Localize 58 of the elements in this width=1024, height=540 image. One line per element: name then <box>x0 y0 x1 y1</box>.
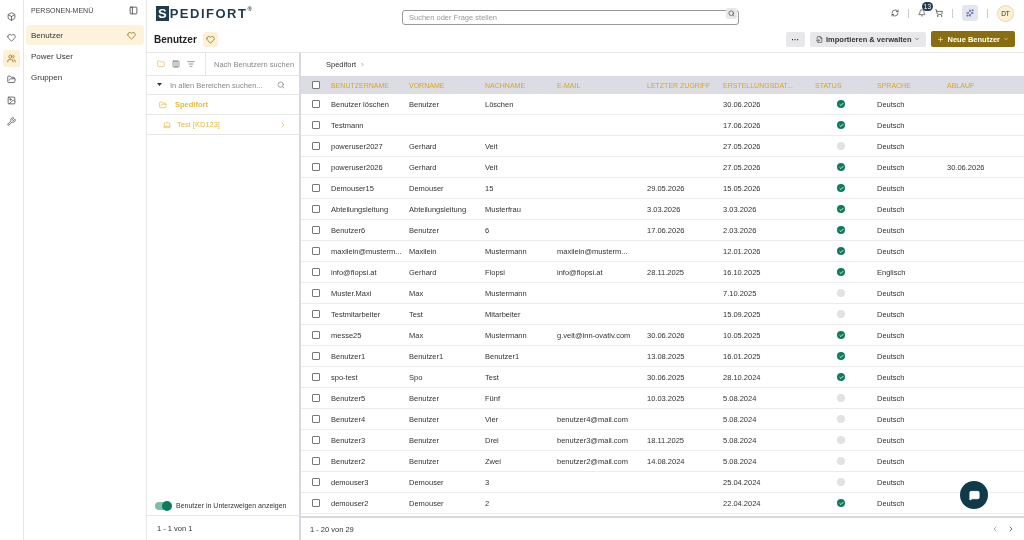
checkbox[interactable] <box>312 352 320 360</box>
checkbox[interactable] <box>312 268 320 276</box>
filter-icon[interactable] <box>187 60 195 68</box>
checkbox[interactable] <box>312 142 320 150</box>
checkbox[interactable] <box>312 205 320 213</box>
sparkle-button[interactable] <box>962 5 978 21</box>
checkbox[interactable] <box>312 247 320 255</box>
users-icon <box>7 54 16 63</box>
checkbox[interactable] <box>312 457 320 465</box>
nav-button[interactable] <box>3 50 20 67</box>
refresh-icon[interactable] <box>891 9 899 17</box>
folder-icon <box>159 100 167 109</box>
caret-icon[interactable] <box>157 83 162 87</box>
checkbox[interactable] <box>312 394 320 402</box>
checkbox[interactable] <box>312 478 320 486</box>
picture-frame-icon <box>7 96 16 105</box>
checkbox[interactable] <box>312 373 320 381</box>
checkbox[interactable] <box>312 226 320 234</box>
chat-icon <box>968 489 980 501</box>
sidebar-toggle-icon[interactable] <box>129 6 138 15</box>
laptop-icon <box>163 120 171 129</box>
sparkle-icon <box>966 9 974 17</box>
checkbox[interactable] <box>312 415 320 423</box>
checkbox[interactable] <box>312 331 320 339</box>
checkbox[interactable] <box>312 184 320 192</box>
plus-icon <box>937 35 945 43</box>
caret-icon <box>1003 36 1009 42</box>
bell-icon[interactable] <box>918 9 926 17</box>
menu-item[interactable]: Benutzer <box>26 25 144 45</box>
cube-icon <box>7 12 16 21</box>
toggle-switch[interactable] <box>155 501 171 510</box>
checkbox[interactable] <box>312 81 320 89</box>
checkbox[interactable] <box>312 499 320 507</box>
wrench-icon <box>7 117 16 126</box>
caret-icon <box>914 36 921 42</box>
import-icon <box>816 35 824 43</box>
search-icon[interactable] <box>277 81 285 89</box>
checkbox[interactable] <box>312 310 320 318</box>
favorite-button[interactable] <box>202 31 218 47</box>
heart-icon <box>7 33 16 42</box>
checkbox[interactable] <box>312 289 320 297</box>
checkbox[interactable] <box>312 121 320 129</box>
chevron-icon <box>360 62 366 67</box>
next-page-icon[interactable] <box>1007 525 1015 533</box>
page-title: Benutzer <box>154 33 197 45</box>
heart-icon <box>205 34 215 44</box>
chevron-icon <box>279 120 287 129</box>
columns-icon[interactable] <box>172 60 180 68</box>
heart-icon[interactable] <box>127 30 136 40</box>
cart-icon[interactable] <box>935 9 943 17</box>
chat-button[interactable] <box>960 481 988 509</box>
menu-item[interactable]: Power User <box>26 46 144 66</box>
checkbox[interactable] <box>312 100 320 108</box>
search-button[interactable] <box>726 7 737 19</box>
checkbox[interactable] <box>312 436 320 444</box>
checkbox[interactable] <box>312 163 320 171</box>
folders-icon <box>7 75 16 84</box>
menu-item[interactable]: Gruppen <box>26 67 144 87</box>
